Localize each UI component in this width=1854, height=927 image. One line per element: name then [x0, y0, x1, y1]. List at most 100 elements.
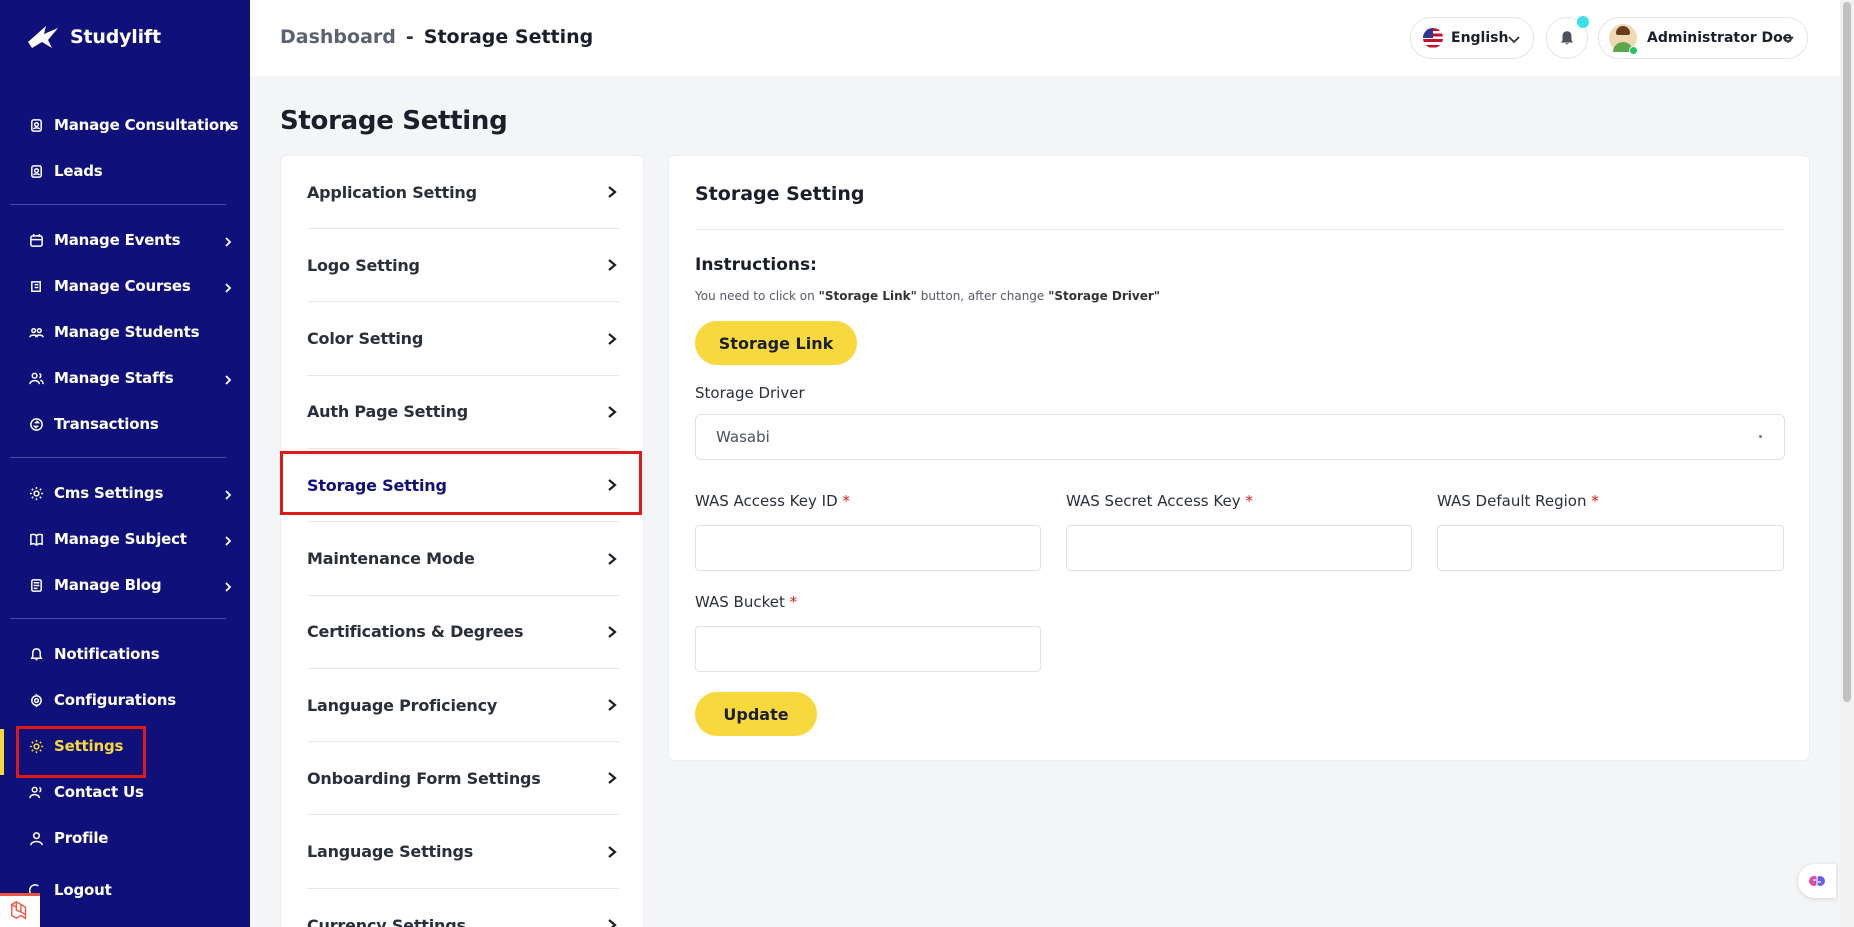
instructions-text: You need to click on "Storage Link" butt… [695, 289, 1161, 303]
breadcrumb-dashboard[interactable]: Dashboard [280, 26, 396, 48]
chevron-right-icon [605, 257, 619, 276]
sidebar-item-label: Profile [54, 829, 109, 847]
top-header: Dashboard - Storage Setting English Admi… [250, 0, 1840, 76]
avatar [1609, 24, 1638, 55]
gear-icon [28, 485, 44, 501]
chevron-right-icon [605, 770, 619, 789]
select-caret-icon [1759, 435, 1762, 438]
staffs-icon [28, 370, 44, 386]
settings-menu-item-language-settings[interactable]: Language Settings [307, 816, 619, 889]
sidebar-item-label: Logout [54, 881, 112, 899]
notification-dot [1577, 16, 1589, 28]
sidebar: Studylift Manage Consultations Leads Manag… [0, 0, 250, 927]
sidebar-divider [10, 457, 226, 458]
courses-icon [28, 278, 44, 294]
scrollbar-thumb[interactable] [1843, 2, 1851, 702]
sidebar-item-manage-events[interactable]: Manage Events [10, 217, 240, 263]
settings-menu-label: Logo Setting [307, 255, 420, 275]
chevron-right-icon [605, 844, 619, 863]
chevron-right-icon [605, 551, 619, 570]
settings-menu-item-onboarding-form-settings[interactable]: Onboarding Form Settings [307, 742, 619, 816]
region-label: WAS Default Region * [1437, 492, 1599, 510]
notifications-button[interactable] [1546, 16, 1589, 59]
chevron-right-icon [222, 578, 234, 592]
sidebar-item-label: Manage Consultations [54, 116, 239, 134]
sidebar-item-logout[interactable]: Logout [10, 867, 240, 913]
user-icon [28, 830, 44, 846]
ai-assistant-button[interactable] [1798, 864, 1836, 898]
sidebar-item-label: Transactions [54, 415, 159, 433]
sidebar-item-label: Manage Courses [54, 277, 191, 295]
chevron-right-icon [605, 624, 619, 643]
storage-driver-select[interactable]: Wasabi [695, 414, 1785, 460]
sidebar-item-profile[interactable]: Profile [10, 815, 240, 861]
settings-menu-item-logo-setting[interactable]: Logo Setting [307, 229, 619, 303]
sidebar-item-cms-settings[interactable]: Cms Settings [10, 470, 240, 516]
sidebar-item-manage-subject[interactable]: Manage Subject [10, 516, 240, 562]
leads-icon [28, 163, 44, 179]
settings-menu-item-application-setting[interactable]: Application Setting [307, 156, 619, 229]
sidebar-item-label: Leads [54, 162, 103, 180]
chevron-right-icon [222, 233, 234, 247]
sidebar-nav: Manage Consultations Leads Manage Events Ma… [10, 102, 240, 913]
breadcrumb: Dashboard - Storage Setting [280, 26, 593, 48]
bell-icon [1561, 31, 1573, 45]
chevron-right-icon [605, 404, 619, 423]
sidebar-item-configurations[interactable]: Configurations [10, 677, 240, 723]
settings-menu-item-currency-settings[interactable]: Currency Settings [307, 889, 619, 927]
sidebar-item-leads[interactable]: Leads [10, 148, 240, 194]
settings-menu-item-color-setting[interactable]: Color Setting [307, 303, 619, 376]
sidebar-item-manage-courses[interactable]: Manage Courses [10, 263, 240, 309]
chevron-right-icon [605, 184, 619, 203]
language-select[interactable]: English [1410, 17, 1534, 59]
settings-menu-item-certifications-degrees[interactable]: Certifications & Degrees [307, 596, 619, 669]
sidebar-item-label: Configurations [54, 691, 177, 709]
update-button[interactable]: Update [695, 692, 817, 736]
sidebar-item-manage-consultations[interactable]: Manage Consultations [10, 102, 240, 148]
sidebar-item-label: Manage Students [54, 323, 200, 341]
brand-name: Studylift [70, 26, 161, 48]
settings-menu-item-maintenance-mode[interactable]: Maintenance Mode [307, 523, 619, 596]
bucket-label: WAS Bucket * [695, 593, 798, 611]
bell-icon [28, 646, 44, 662]
blog-icon [28, 577, 44, 593]
sidebar-item-manage-students[interactable]: Manage Students [10, 309, 240, 355]
sidebar-divider [10, 204, 226, 205]
storage-setting-card: Storage Setting Instructions: You need t… [668, 155, 1810, 761]
online-status-dot [1629, 46, 1638, 55]
laravel-icon [11, 900, 27, 920]
contact-icon [28, 784, 44, 800]
brand[interactable]: Studylift [26, 22, 161, 52]
sidebar-item-transactions[interactable]: Transactions [10, 401, 240, 447]
access-key-input[interactable] [695, 525, 1041, 571]
sidebar-divider [10, 618, 226, 619]
sidebar-item-manage-blog[interactable]: Manage Blog [10, 562, 240, 608]
sidebar-item-label: Manage Events [54, 231, 181, 249]
settings-menu: Application Setting Logo Setting Color Set… [280, 155, 644, 927]
sidebar-item-label: Manage Blog [54, 576, 162, 594]
students-icon [28, 324, 44, 340]
calendar-icon [28, 232, 44, 248]
settings-menu-item-language-proficiency[interactable]: Language Proficiency [307, 669, 619, 743]
configurations-icon [28, 692, 44, 708]
chevron-right-icon [222, 532, 234, 546]
chevron-right-icon [222, 118, 234, 132]
sidebar-item-label: Manage Staffs [54, 369, 174, 387]
laravel-debug-badge[interactable] [0, 893, 40, 927]
settings-menu-label: Application Setting [307, 182, 477, 202]
us-flag-icon [1423, 28, 1443, 48]
bucket-input[interactable] [695, 626, 1041, 672]
sidebar-item-label: Manage Subject [54, 530, 187, 548]
sidebar-item-notifications[interactable]: Notifications [10, 631, 240, 677]
sidebar-item-manage-staffs[interactable]: Manage Staffs [10, 355, 240, 401]
storage-link-button[interactable]: Storage Link [695, 321, 857, 365]
user-menu[interactable]: Administrator Doe [1598, 17, 1808, 59]
card-divider [695, 229, 1785, 230]
page-scrollbar[interactable] [1840, 0, 1854, 927]
sidebar-item-label: Notifications [54, 645, 160, 663]
region-input[interactable] [1437, 525, 1784, 571]
user-name: Administrator Doe [1647, 30, 1793, 46]
book-icon [28, 531, 44, 547]
secret-key-input[interactable] [1066, 525, 1412, 571]
settings-menu-item-auth-page-setting[interactable]: Auth Page Setting [307, 376, 619, 449]
